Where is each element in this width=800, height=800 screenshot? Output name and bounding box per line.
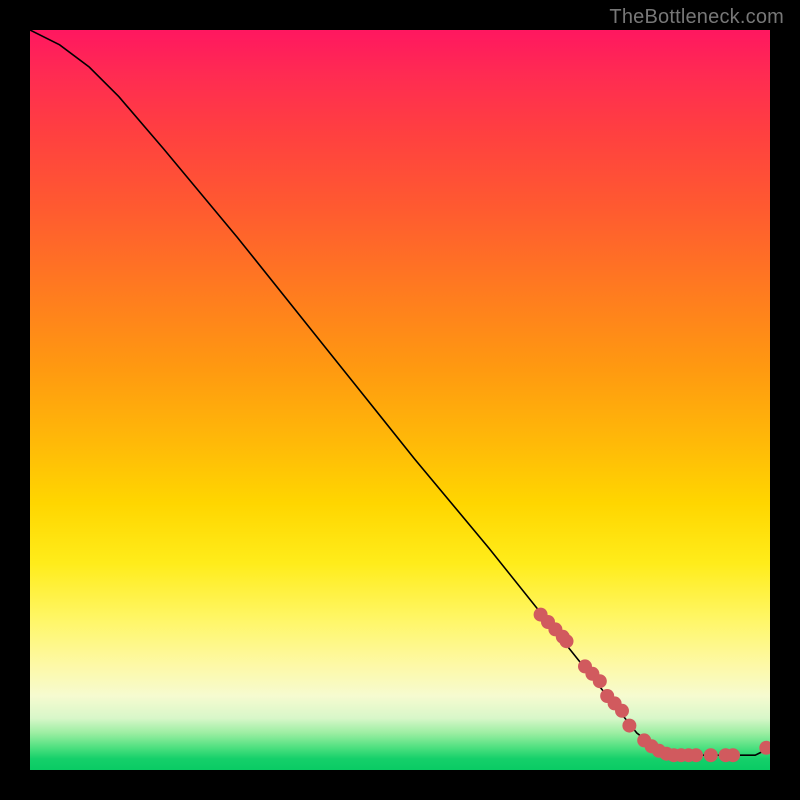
marker-point (689, 748, 703, 762)
watermark-text: TheBottleneck.com (609, 6, 784, 29)
plot-area (30, 30, 770, 770)
marker-point (622, 719, 636, 733)
chart-frame: TheBottleneck.com (0, 0, 800, 800)
marker-point (593, 674, 607, 688)
marker-point (615, 704, 629, 718)
chart-svg (30, 30, 770, 770)
marker-point (704, 748, 718, 762)
scatter-markers (534, 608, 770, 763)
marker-point (560, 634, 574, 648)
curve-line (30, 30, 770, 755)
marker-point (726, 748, 740, 762)
